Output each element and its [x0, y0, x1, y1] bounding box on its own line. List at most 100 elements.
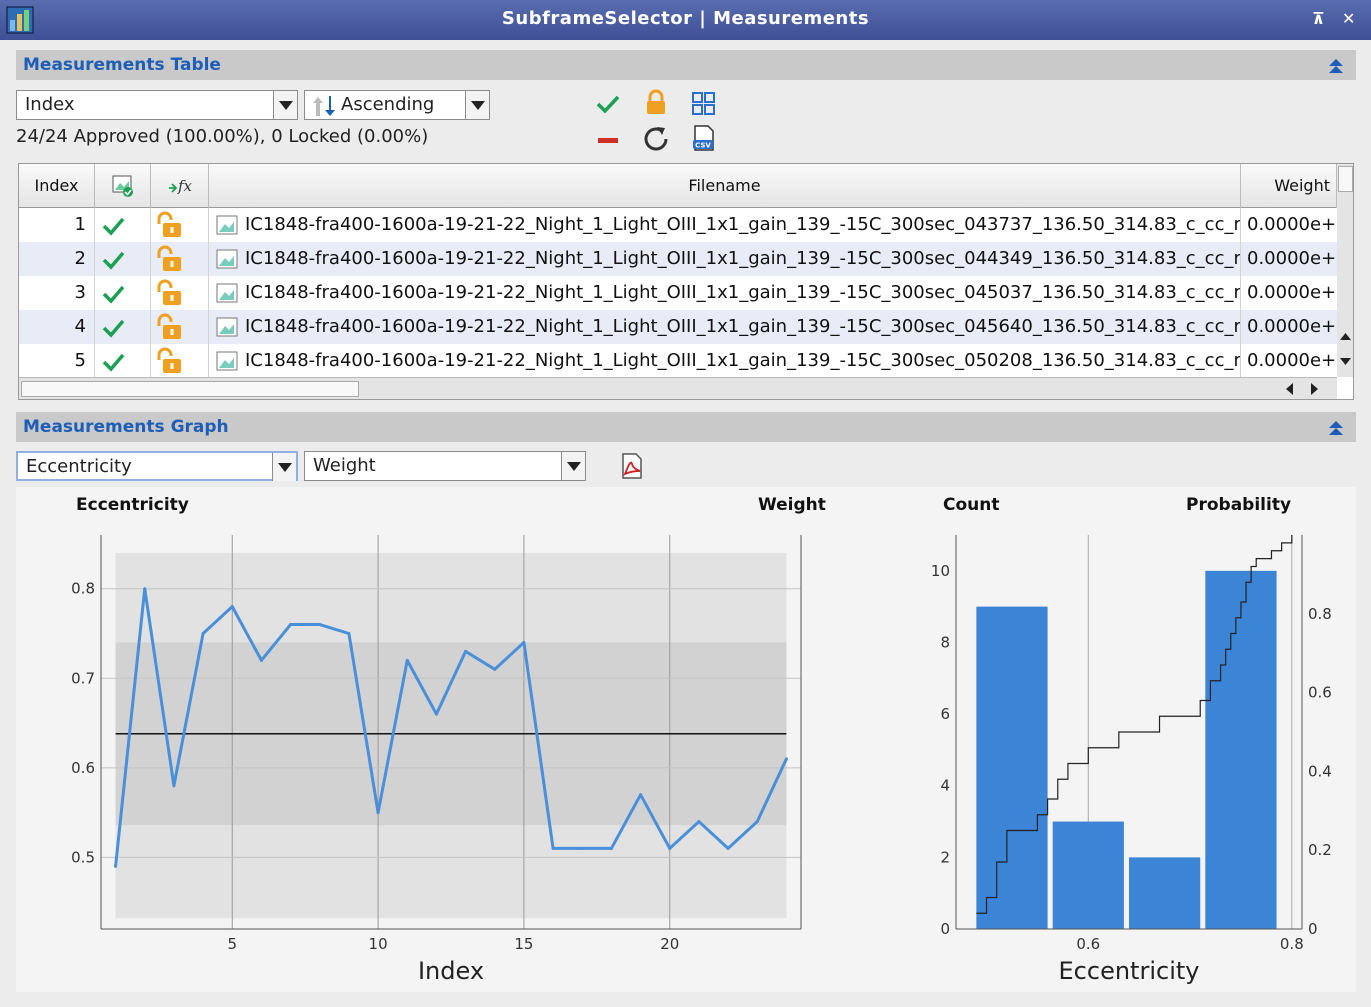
scroll-left-icon[interactable]	[1283, 382, 1295, 396]
row-filename: IC1848-fra400-1600a-19-21-22_Night_1_Lig…	[209, 276, 1241, 310]
data-point	[114, 864, 118, 868]
y-tick-label: 0.6	[71, 759, 95, 777]
column-locked[interactable]: fx	[151, 164, 209, 208]
checkmark-icon[interactable]	[95, 242, 151, 276]
pdf-file-icon[interactable]	[617, 452, 645, 480]
row-index: 2	[19, 242, 95, 276]
shade-window-icon[interactable]: ⊼	[1312, 10, 1326, 28]
row-approved[interactable]	[95, 242, 151, 276]
data-point	[609, 846, 613, 850]
table-row[interactable]: 2 IC1848-fra400-1600a-19-21-22_Night_1_Li…	[19, 242, 1337, 276]
row-approved[interactable]	[95, 276, 151, 310]
row-filename: IC1848-fra400-1600a-19-21-22_Night_1_Lig…	[209, 344, 1241, 378]
double-chevron-up-icon[interactable]	[1326, 417, 1346, 437]
table-vertical-scrollbar[interactable]	[1337, 164, 1353, 377]
x-tick-label: 0.8	[1280, 935, 1304, 953]
row-locked[interactable]	[151, 344, 209, 378]
sort-order-select[interactable]: Ascending	[304, 90, 490, 120]
graph-weight-property-select[interactable]: Weight	[304, 451, 586, 481]
row-weight: 0.0000e+	[1247, 316, 1337, 337]
unlock-icon[interactable]	[151, 208, 209, 242]
grid-icon[interactable]	[690, 90, 718, 118]
histogram-bar	[1205, 570, 1277, 929]
data-point	[639, 793, 643, 797]
row-locked[interactable]	[151, 208, 209, 242]
scroll-up-icon[interactable]	[1339, 330, 1352, 342]
measurements-table-header[interactable]: Measurements Table	[16, 50, 1356, 80]
filename-text: IC1848-fra400-1600a-19-21-22_Night_1_Lig…	[245, 316, 1241, 337]
table-row[interactable]: 4 IC1848-fra400-1600a-19-21-22_Night_1_Li…	[19, 310, 1337, 344]
checkmark-icon[interactable]	[95, 276, 151, 310]
scroll-right-icon[interactable]	[1309, 382, 1321, 396]
row-index: 4	[19, 310, 95, 344]
data-point	[784, 757, 788, 761]
y2-tick-label: 0	[1308, 920, 1318, 938]
sort-field-select[interactable]: Index	[16, 90, 298, 120]
y-tick-label: 6	[940, 705, 950, 723]
y-tick-label: 0.5	[71, 848, 95, 866]
scroll-down-icon[interactable]	[1339, 356, 1352, 368]
y-tick-label: 2	[940, 848, 950, 866]
chevron-down-icon[interactable]	[272, 453, 296, 481]
row-filename: IC1848-fra400-1600a-19-21-22_Night_1_Lig…	[209, 242, 1241, 276]
column-weight[interactable]: Weight	[1241, 164, 1337, 208]
chevron-down-icon[interactable]	[561, 452, 585, 480]
image-file-icon	[216, 351, 238, 371]
data-point	[697, 820, 701, 824]
image-file-icon	[216, 249, 238, 269]
x-tick-label: 0.6	[1076, 935, 1100, 953]
row-approved[interactable]	[95, 208, 151, 242]
table-row[interactable]: 3 IC1848-fra400-1600a-19-21-22_Night_1_Li…	[19, 276, 1337, 310]
row-approved[interactable]	[95, 310, 151, 344]
unlock-icon[interactable]	[151, 344, 209, 378]
measurements-graph-header[interactable]: Measurements Graph	[16, 412, 1356, 442]
row-approved[interactable]	[95, 344, 151, 378]
data-point	[172, 784, 176, 788]
eccentricity-histogram[interactable]: 0.6 0.8024681000.20.40.60.8Eccentricity	[896, 487, 1356, 992]
vertical-scroll-thumb[interactable]	[1338, 166, 1353, 192]
chevron-down-icon[interactable]	[465, 91, 489, 119]
unlock-icon[interactable]	[151, 310, 209, 344]
checkmark-icon[interactable]	[95, 310, 151, 344]
table-row[interactable]: 5 IC1848-fra400-1600a-19-21-22_Night_1_Li…	[19, 344, 1337, 378]
graph-property-value: Eccentricity	[26, 456, 132, 477]
double-chevron-up-icon[interactable]	[1326, 55, 1346, 75]
function-icon: fx	[168, 177, 192, 195]
x-tick-label: 20	[660, 935, 679, 953]
table-row[interactable]: 1 IC1848-fra400-1600a-19-21-22_Night_1_Li…	[19, 208, 1337, 242]
row-weight: 0.0000e+	[1247, 214, 1337, 235]
unlock-icon[interactable]	[151, 242, 209, 276]
minus-icon[interactable]	[594, 126, 622, 154]
y-tick-label: 0.7	[71, 669, 95, 687]
checkmark-icon[interactable]	[95, 344, 151, 378]
chevron-down-icon[interactable]	[273, 91, 297, 119]
eccentricity-line-chart[interactable]: 5 10 15 20 0.5 0.6 0.7 0.8 Index	[16, 487, 836, 992]
row-locked[interactable]	[151, 310, 209, 344]
lock-icon[interactable]	[642, 88, 670, 116]
column-approved[interactable]	[95, 164, 151, 208]
graph-weight-property-value: Weight	[313, 455, 376, 476]
row-filename: IC1848-fra400-1600a-19-21-22_Night_1_Lig…	[209, 208, 1241, 242]
y2-tick-label: 0.2	[1308, 841, 1332, 859]
close-window-icon[interactable]: ✕	[1342, 10, 1356, 28]
measurements-table[interactable]: Index fx Filename Weight 1 IC1848-fra400-…	[18, 163, 1354, 400]
data-point	[143, 587, 147, 591]
column-index[interactable]: Index	[19, 164, 95, 208]
refresh-icon[interactable]	[642, 124, 670, 152]
horizontal-scroll-thumb[interactable]	[21, 381, 359, 397]
row-locked[interactable]	[151, 242, 209, 276]
column-filename[interactable]: Filename	[209, 164, 1241, 208]
histogram-bar	[1052, 821, 1124, 929]
graph-property-select[interactable]: Eccentricity	[16, 451, 298, 481]
unlock-icon[interactable]	[151, 276, 209, 310]
data-point	[318, 623, 322, 627]
x-axis-title: Index	[418, 957, 484, 985]
csv-file-icon[interactable]: CSV	[690, 124, 718, 152]
checkmark-icon[interactable]	[594, 90, 622, 118]
table-horizontal-scrollbar[interactable]	[19, 377, 1337, 399]
row-locked[interactable]	[151, 276, 209, 310]
row-weight: 0.0000e+	[1247, 282, 1337, 303]
row-weight: 0.0000e+	[1247, 248, 1337, 269]
sort-field-value: Index	[25, 94, 75, 115]
checkmark-icon[interactable]	[95, 208, 151, 242]
